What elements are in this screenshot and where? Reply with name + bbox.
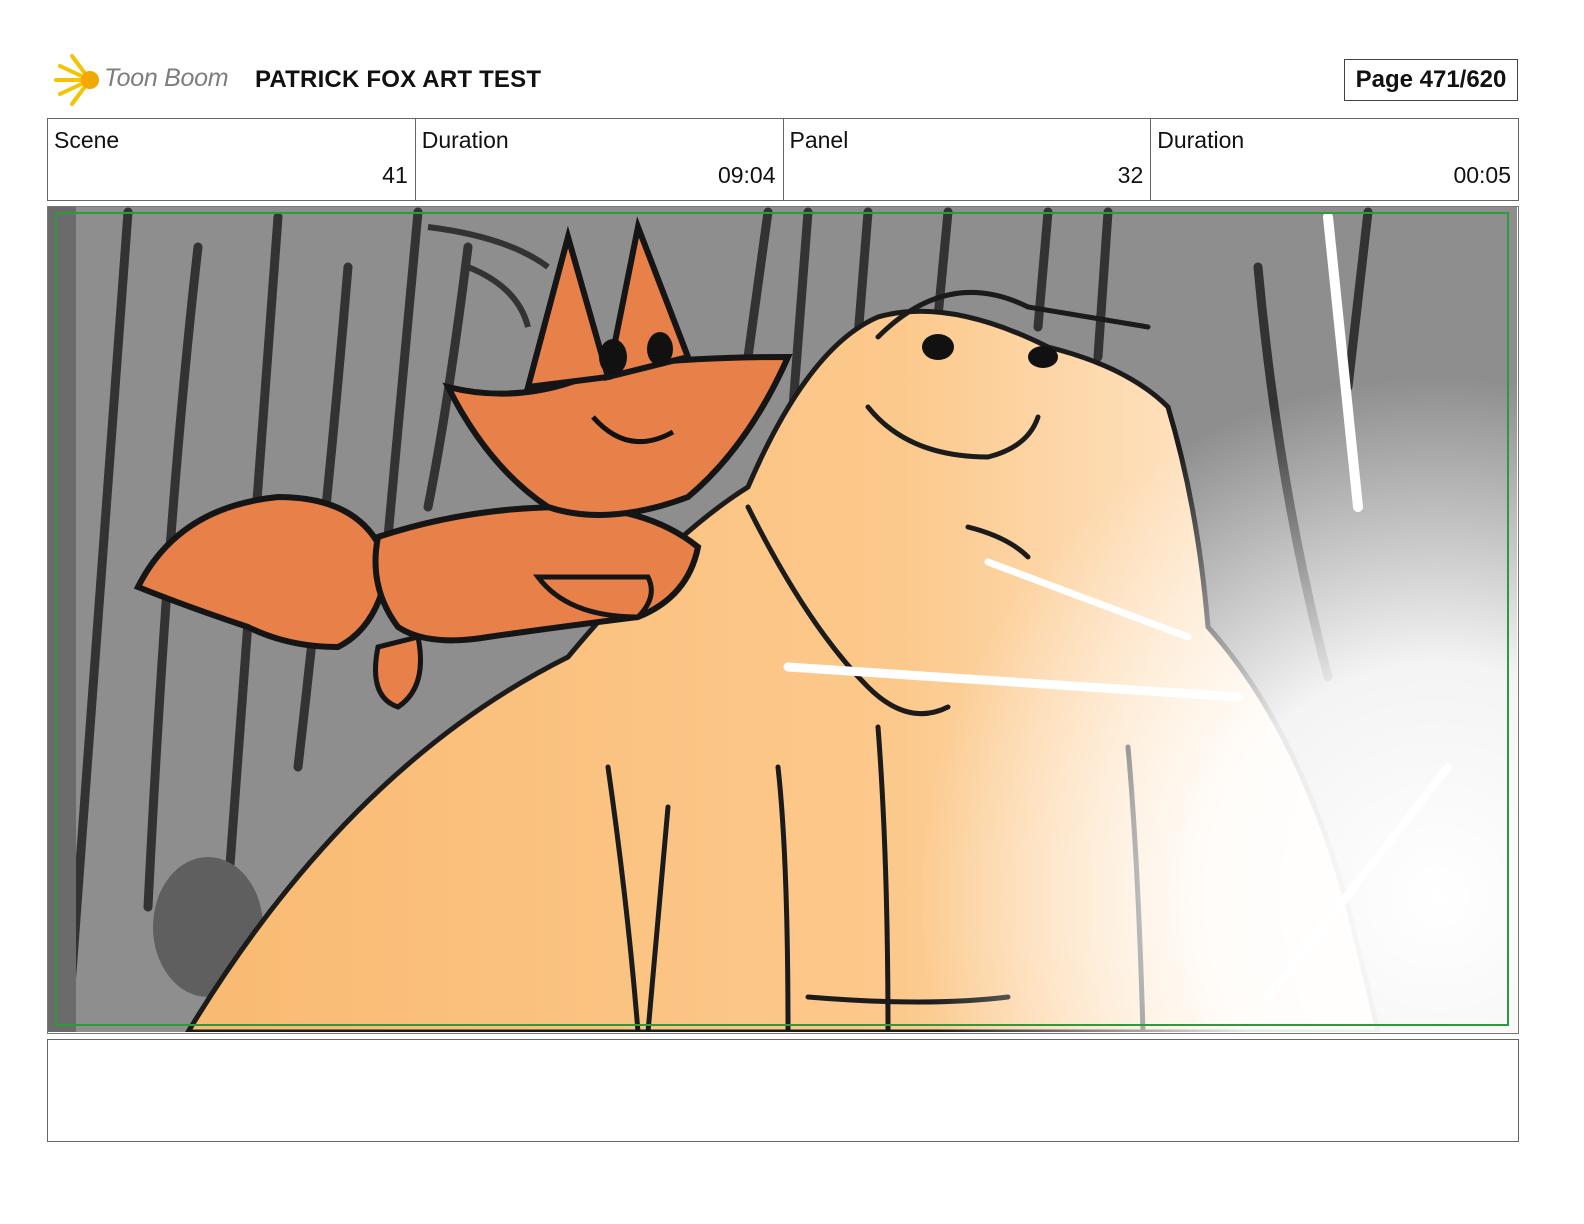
panel-duration-value: 00:05: [1453, 162, 1511, 188]
scene-duration-value: 09:04: [717, 162, 776, 188]
panel-label: Panel: [789, 127, 849, 153]
panel-duration-label: Duration: [1157, 127, 1245, 153]
storyboard-panel: [47, 206, 1519, 1034]
panel-info-table: Scene 41 Duration 09:04 Panel 32 Duratio…: [47, 118, 1519, 201]
scene-duration-cell: Duration 09:04: [414, 119, 783, 200]
light-glow: [48, 207, 1517, 1032]
scene-duration-label: Duration: [421, 127, 509, 153]
scene-label: Scene: [54, 127, 120, 153]
panel-cell: Panel 32: [782, 119, 1151, 200]
storyboard-drawing: [48, 207, 1517, 1032]
logo-text: Toon Boom: [104, 64, 229, 92]
scene-value: 41: [382, 162, 408, 188]
panel-value: 32: [1117, 162, 1144, 188]
panel-duration-cell: Duration 00:05: [1150, 119, 1518, 200]
page-number: Page 471/620: [1344, 59, 1518, 101]
scene-cell: Scene 41: [48, 119, 415, 200]
panel-notes: [47, 1039, 1519, 1142]
document-title: PATRICK FOX ART TEST: [255, 66, 542, 93]
